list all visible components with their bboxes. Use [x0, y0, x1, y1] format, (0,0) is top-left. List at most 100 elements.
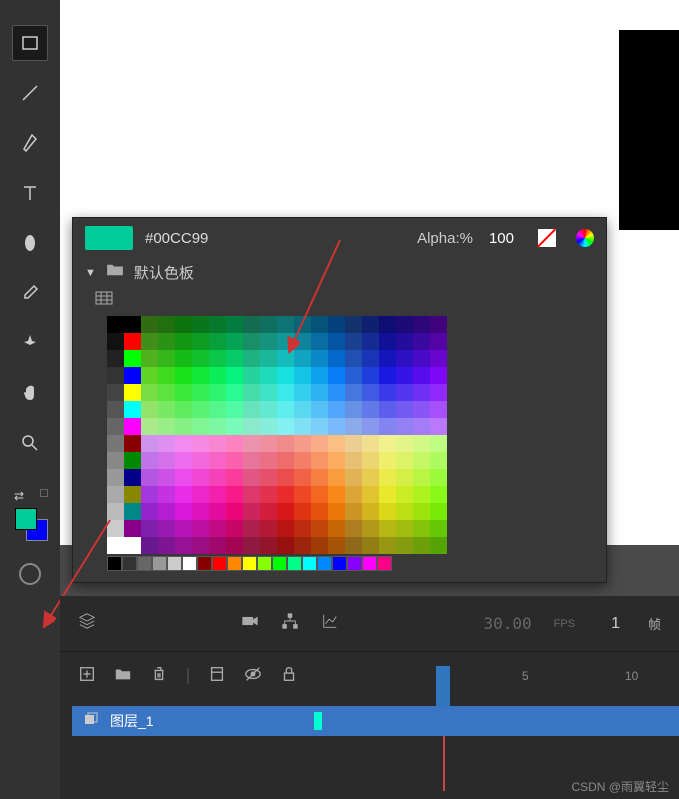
swatch-cell[interactable]	[396, 367, 413, 384]
swatch-cell[interactable]	[345, 350, 362, 367]
swatch-cell[interactable]	[175, 486, 192, 503]
swatch-cell[interactable]	[243, 469, 260, 486]
swatch-cell[interactable]	[345, 401, 362, 418]
swatch-cell[interactable]	[107, 401, 124, 418]
trash-icon[interactable]	[150, 665, 168, 688]
swatch-cell[interactable]	[277, 350, 294, 367]
foreground-color[interactable]	[15, 508, 37, 530]
swatch-cell[interactable]	[396, 486, 413, 503]
swatch-cell[interactable]	[277, 418, 294, 435]
swatch-cell[interactable]	[243, 418, 260, 435]
swatch-cell[interactable]	[226, 350, 243, 367]
swatch-cell[interactable]	[379, 418, 396, 435]
swatch-cell[interactable]	[260, 469, 277, 486]
swatch-cell[interactable]	[124, 520, 141, 537]
swatch-cell[interactable]	[124, 469, 141, 486]
current-color-preview[interactable]	[85, 226, 133, 250]
swatch-cell[interactable]	[294, 537, 311, 554]
swatch-cell[interactable]	[362, 520, 379, 537]
swatch-cell[interactable]	[158, 520, 175, 537]
swatch-cell[interactable]	[192, 435, 209, 452]
swatch-cell[interactable]	[226, 367, 243, 384]
text-tool[interactable]	[12, 175, 48, 211]
swatch-cell[interactable]	[209, 333, 226, 350]
pin-tool[interactable]	[12, 325, 48, 361]
swatch-cell[interactable]	[141, 520, 158, 537]
swatch-cell[interactable]	[243, 520, 260, 537]
swatch-cell[interactable]	[141, 537, 158, 554]
swatch-cell[interactable]	[175, 350, 192, 367]
swatch-cell[interactable]	[277, 486, 294, 503]
swatch-cell[interactable]	[192, 469, 209, 486]
swatch-cell[interactable]	[192, 452, 209, 469]
visibility-icon[interactable]	[244, 665, 262, 688]
swatch-cell[interactable]	[209, 350, 226, 367]
swatch-cell[interactable]	[328, 316, 345, 333]
swatch-cell[interactable]	[396, 418, 413, 435]
swatch-cell[interactable]	[124, 384, 141, 401]
hex-value[interactable]: #00CC99	[145, 230, 405, 247]
swatch-cell[interactable]	[396, 537, 413, 554]
swatch-cell[interactable]	[413, 503, 430, 520]
swatch-cell[interactable]	[332, 556, 347, 571]
swatch-cell[interactable]	[107, 316, 124, 333]
swatch-cell[interactable]	[158, 537, 175, 554]
swatch-cell[interactable]	[328, 333, 345, 350]
swatch-cell[interactable]	[175, 333, 192, 350]
swatch-cell[interactable]	[311, 435, 328, 452]
swatch-cell[interactable]	[141, 469, 158, 486]
frame-view-icon[interactable]	[208, 665, 226, 688]
swatch-cell[interactable]	[158, 469, 175, 486]
swatch-cell[interactable]	[277, 401, 294, 418]
swatch-cell[interactable]	[260, 537, 277, 554]
swatch-cell[interactable]	[413, 367, 430, 384]
swatch-cell[interactable]	[243, 503, 260, 520]
swatch-cell[interactable]	[277, 503, 294, 520]
swatch-cell[interactable]	[362, 503, 379, 520]
swatch-cell[interactable]	[243, 486, 260, 503]
swatch-cell[interactable]	[260, 401, 277, 418]
swatch-cell[interactable]	[107, 333, 124, 350]
swatch-cell[interactable]	[413, 350, 430, 367]
swatch-cell[interactable]	[124, 316, 141, 333]
swatch-cell[interactable]	[243, 537, 260, 554]
swatch-cell[interactable]	[328, 452, 345, 469]
swatch-cell[interactable]	[379, 350, 396, 367]
swatch-cell[interactable]	[277, 367, 294, 384]
swatch-cell[interactable]	[243, 316, 260, 333]
swatch-cell[interactable]	[107, 469, 124, 486]
swatch-cell[interactable]	[209, 316, 226, 333]
swatch-cell[interactable]	[124, 350, 141, 367]
palette-header[interactable]: ▼ 默认色板	[73, 258, 606, 287]
swatch-cell[interactable]	[430, 537, 447, 554]
swatch-cell[interactable]	[226, 435, 243, 452]
swatch-cell[interactable]	[175, 316, 192, 333]
swatch-cell[interactable]	[192, 418, 209, 435]
chevron-down-icon[interactable]: ▼	[85, 267, 96, 279]
swatch-cell[interactable]	[107, 503, 124, 520]
swatch-cell[interactable]	[311, 316, 328, 333]
swatch-cell[interactable]	[192, 367, 209, 384]
swatch-cell[interactable]	[345, 333, 362, 350]
layer-row[interactable]: 图层_1	[72, 706, 679, 736]
swatch-cell[interactable]	[107, 520, 124, 537]
swatch-cell[interactable]	[158, 384, 175, 401]
swatch-cell[interactable]	[260, 333, 277, 350]
swatch-cell[interactable]	[328, 367, 345, 384]
swatch-cell[interactable]	[243, 401, 260, 418]
swatch-cell[interactable]	[209, 520, 226, 537]
swatch-cell[interactable]	[413, 401, 430, 418]
swatch-cell[interactable]	[277, 537, 294, 554]
swatch-cell[interactable]	[379, 367, 396, 384]
swatch-cell[interactable]	[347, 556, 362, 571]
swatch-cell[interactable]	[311, 367, 328, 384]
swatch-cell[interactable]	[277, 520, 294, 537]
swatch-cell[interactable]	[192, 333, 209, 350]
swatch-cell[interactable]	[107, 350, 124, 367]
swatch-cell[interactable]	[328, 503, 345, 520]
swatch-cell[interactable]	[158, 486, 175, 503]
swatch-cell[interactable]	[226, 401, 243, 418]
swatch-cell[interactable]	[141, 503, 158, 520]
swatch-cell[interactable]	[362, 333, 379, 350]
swatch-cell[interactable]	[302, 556, 317, 571]
